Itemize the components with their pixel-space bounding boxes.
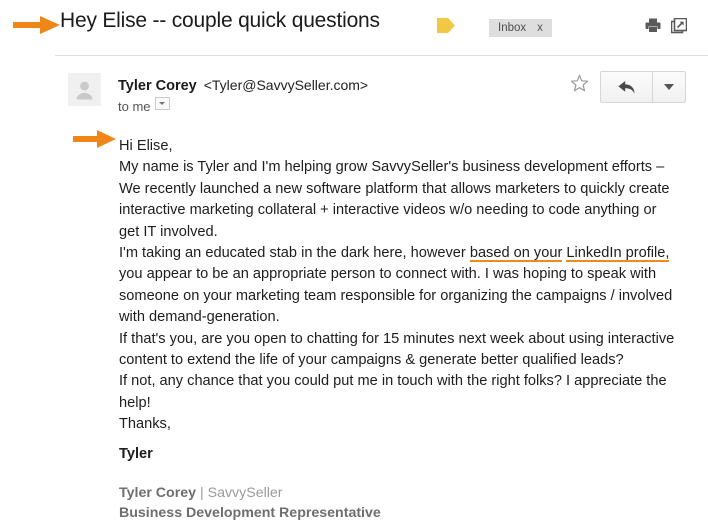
sender-display-name: Tyler Corey [118,78,197,94]
signature-separator: | [199,485,204,501]
email-header: Hey Elise -- couple quick questions Inbo… [0,0,708,47]
body-paragraph-5: Thanks, [119,416,171,433]
body-paragraph-4: If not, any chance that you could put me… [119,373,667,411]
orange-arrow-icon [73,127,117,156]
paragraph-2-suffix: you appear to be an appropriate person t… [119,266,673,326]
body-paragraph-3: If that's you, are you open to chatting … [119,330,675,369]
header-divider [55,55,708,56]
page-title: Hey Elise -- couple quick questions [60,9,380,32]
chevron-down-icon[interactable] [154,97,170,110]
signature-company: SavvySeller [207,485,283,501]
reply-button[interactable] [601,72,653,102]
body-paragraph-2: I'm taking an educated stab in the dark … [119,243,679,329]
underline-annotation-a: based on your [469,245,563,263]
signature-line-1: Tyler Corey | SavvySeller [119,484,381,504]
label-tag-icon[interactable] [437,18,455,33]
inbox-label-chip[interactable]: Inbox x [489,19,552,37]
open-in-new-window-icon[interactable] [670,17,688,39]
remove-label-icon[interactable]: x [537,22,543,34]
reply-arrow-icon [618,80,635,94]
signature-name: Tyler Corey [119,485,197,501]
signoff-name: Tyler [119,446,153,462]
signature-title: Business Development Representative [119,504,381,521]
recipient-label: to me [118,99,151,114]
chevron-down-icon [664,84,674,90]
person-avatar-icon [76,81,93,100]
inbox-chip-label: Inbox [498,22,527,34]
recipient-row[interactable]: to me [118,97,170,114]
reply-options-button[interactable] [653,72,685,102]
sender-email-address: <Tyler@SavvySeller.com> [203,77,369,93]
body-paragraph-1: My name is Tyler and I'm helping grow Sa… [119,159,670,240]
reply-button-group[interactable] [600,71,686,103]
email-signature: Tyler Corey | SavvySeller Business Devel… [119,484,381,523]
underline-annotation-b: LinkedIn profile, [566,245,670,263]
print-icon[interactable] [645,18,661,38]
star-outline-icon[interactable] [570,74,589,98]
sender-name[interactable]: Tyler Corey <Tyler@SavvySeller.com> [118,77,368,94]
email-body: Hi Elise, My name is Tyler and I'm helpi… [119,136,679,436]
orange-arrow-icon [13,13,61,42]
avatar [68,73,101,106]
paragraph-2-prefix: I'm taking an educated stab in the dark … [119,245,470,262]
body-greeting: Hi Elise, [119,138,173,154]
